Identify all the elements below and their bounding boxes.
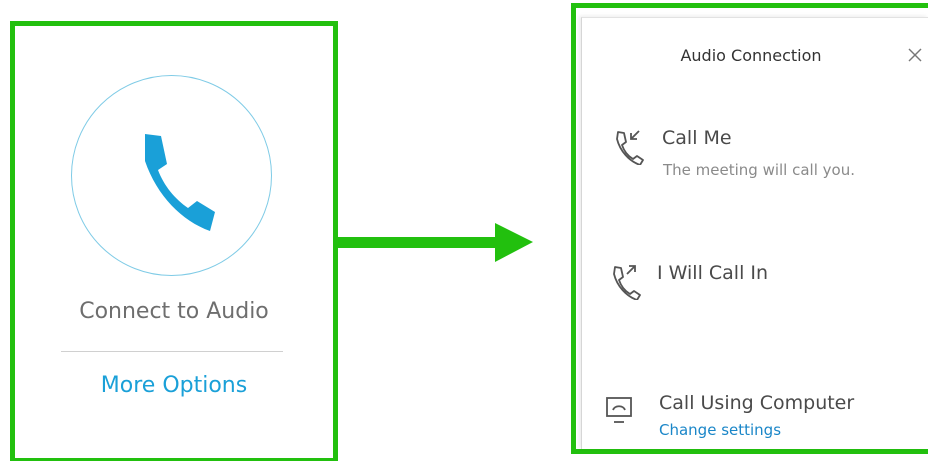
connect-audio-button[interactable] <box>71 75 272 276</box>
audio-connection-panel: Audio Connection Call Me The meeting wil… <box>571 3 928 454</box>
connect-to-audio-label[interactable]: Connect to Audio <box>15 299 333 324</box>
divider <box>61 351 283 352</box>
change-settings-link[interactable]: Change settings <box>659 421 781 439</box>
audio-connection-dialog <box>581 17 928 449</box>
incoming-call-icon <box>616 130 644 165</box>
call-me-subtitle: The meeting will call you. <box>663 161 855 179</box>
i-will-call-in-title: I Will Call In <box>657 262 769 284</box>
computer-call-icon <box>606 397 632 423</box>
close-icon[interactable] <box>906 46 924 64</box>
dialog-title: Audio Connection <box>680 46 822 65</box>
call-me-option[interactable]: Call Me The meeting will call you. <box>606 123 916 193</box>
stage: Connect to Audio More Options Audio Conn… <box>0 0 928 461</box>
call-using-computer-option[interactable]: Call Using Computer Change settings <box>602 388 922 448</box>
right-arrow-icon <box>333 223 533 262</box>
connect-audio-panel: Connect to Audio More Options <box>10 21 338 461</box>
call-using-computer-title: Call Using Computer <box>659 392 855 414</box>
phone-icon <box>145 134 215 231</box>
i-will-call-in-option[interactable]: I Will Call In <box>606 258 916 303</box>
call-me-title: Call Me <box>662 127 732 149</box>
more-options-link[interactable]: More Options <box>15 373 333 398</box>
outgoing-call-icon <box>613 265 641 300</box>
